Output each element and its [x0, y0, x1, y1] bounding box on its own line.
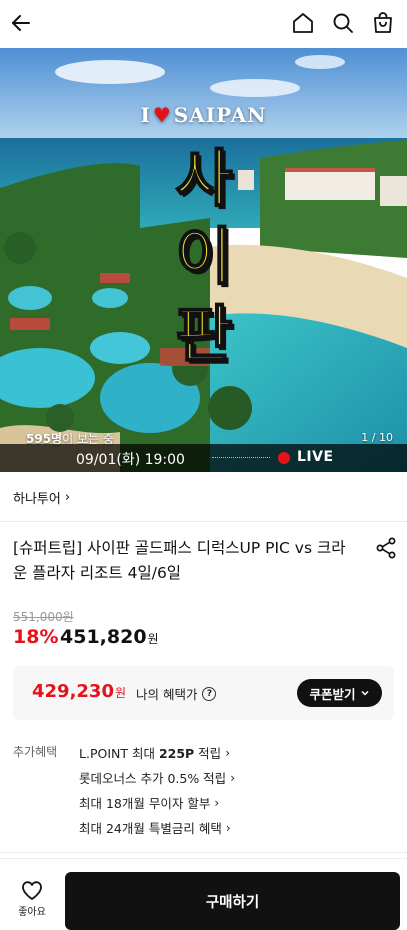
- benefit-price-value: 429,230: [32, 681, 114, 702]
- top-header: [0, 0, 407, 48]
- benefit-lpoint-suffix: 적립: [194, 746, 222, 761]
- benefit-price: 429,230원: [32, 681, 126, 702]
- image-pager: 1 / 10: [361, 431, 393, 444]
- shopping-bag-icon[interactable]: [368, 8, 398, 38]
- hero-title-char-2: 이: [174, 220, 233, 293]
- benefit-special-rate[interactable]: 최대 24개월 특별금리 혜택 ›: [79, 818, 231, 837]
- buy-button[interactable]: 구매하기: [65, 872, 400, 930]
- sale-price-value: 451,820: [60, 626, 147, 648]
- live-schedule-bar: 09/01(화) 19:00 LIVE: [0, 444, 407, 472]
- seller-link[interactable]: 하나투어 ›: [13, 488, 70, 507]
- chevron-right-icon: ›: [225, 745, 230, 760]
- dotted-divider: [212, 457, 270, 458]
- like-button[interactable]: 좋아요: [12, 879, 52, 918]
- live-label: LIVE: [297, 449, 334, 465]
- heart-outline-icon: [22, 881, 42, 900]
- original-price: 551,000원: [13, 610, 74, 624]
- brand-prefix: I: [140, 103, 151, 127]
- benefit-lpoint-amount: 225P: [158, 746, 195, 761]
- chevron-right-icon: ›: [64, 490, 71, 505]
- benefit-lpoint[interactable]: L.POINT 최대 225P 적립 ›: [79, 743, 230, 762]
- hero-title-char-3: 판: [174, 298, 233, 371]
- home-icon[interactable]: [288, 8, 318, 38]
- chevron-right-icon: ›: [225, 820, 231, 835]
- chevron-right-icon: ›: [214, 795, 220, 810]
- benefit-price-label: 나의 혜택가 ?: [136, 684, 217, 703]
- discount-rate: 18%: [13, 626, 59, 648]
- benefit-lpoint-prefix: L.POINT 최대: [79, 746, 159, 761]
- benefit-lotte-owners[interactable]: 롯데오너스 추가 0.5% 적립 ›: [79, 768, 235, 787]
- sale-price-unit: 원: [147, 632, 159, 646]
- like-label: 좋아요: [18, 907, 46, 918]
- hero-title-char-1: 사: [174, 142, 233, 215]
- benefit-label-text: 나의 혜택가: [136, 687, 198, 702]
- search-icon[interactable]: [328, 8, 358, 38]
- share-icon[interactable]: [374, 536, 398, 560]
- live-dot-icon: [278, 452, 290, 464]
- benefit-special-rate-text: 최대 24개월 특별금리 혜택: [79, 821, 222, 836]
- seller-name: 하나투어: [13, 492, 61, 507]
- benefit-price-unit: 원: [114, 686, 127, 700]
- benefit-installment-text: 최대 18개월 무이자 할부: [79, 796, 211, 811]
- i-love-saipan-logo: I ♥ SAIPAN: [0, 103, 407, 127]
- coupon-download-button[interactable]: 쿠폰받기: [297, 679, 382, 707]
- heart-icon: ♥: [152, 103, 172, 127]
- coupon-benefit-box: 429,230원 나의 혜택가 ? 쿠폰받기: [13, 666, 394, 720]
- chevron-right-icon: ›: [230, 770, 235, 785]
- chevron-down-icon: [360, 690, 369, 696]
- sale-price: 451,820원: [60, 626, 159, 648]
- seller-row[interactable]: 하나투어 ›: [0, 472, 407, 522]
- live-time: 09/01(화) 19:00: [76, 452, 185, 468]
- back-arrow-icon[interactable]: [6, 8, 36, 38]
- product-title: [슈퍼트립] 사이판 골드패스 디럭스UP PIC vs 크라운 플라자 리조트…: [13, 539, 346, 582]
- benefit-installment[interactable]: 최대 18개월 무이자 할부 ›: [79, 793, 219, 812]
- hero-live-banner[interactable]: I ♥ SAIPAN 사 이 판 595명이 보는 중 1 / 10 09/01…: [0, 48, 407, 472]
- bottom-action-bar: 좋아요 구매하기: [0, 858, 407, 930]
- extra-benefits-label: 추가혜택: [13, 745, 58, 759]
- benefit-lotte-owners-text: 롯데오너스 추가 0.5% 적립: [79, 771, 227, 786]
- brand-name: SAIPAN: [173, 103, 267, 127]
- coupon-button-label: 쿠폰받기: [309, 686, 356, 702]
- help-icon[interactable]: ?: [202, 686, 217, 701]
